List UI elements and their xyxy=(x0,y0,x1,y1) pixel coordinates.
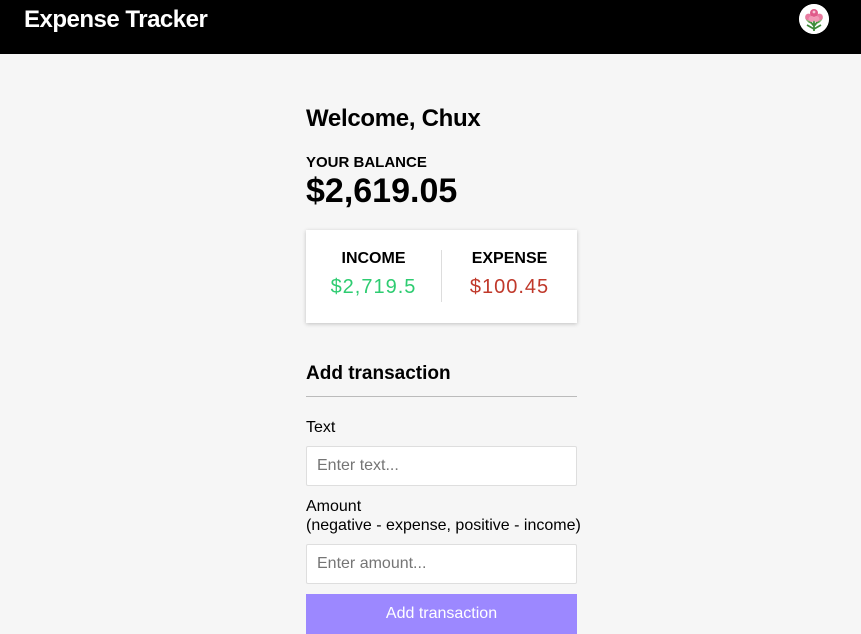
expense-amount: $100.45 xyxy=(469,276,550,298)
income-label: INCOME xyxy=(341,250,406,267)
welcome-heading: Welcome, Chux xyxy=(306,105,481,132)
text-input[interactable] xyxy=(306,446,577,486)
amount-field-label: Amount xyxy=(306,498,362,515)
amount-input[interactable] xyxy=(306,544,577,584)
income-column: INCOME $2,719.5 xyxy=(306,230,441,323)
balance-amount: $2,619.05 xyxy=(306,172,458,210)
text-field-label: Text xyxy=(306,419,336,436)
navbar: Expense Tracker xyxy=(0,0,861,54)
add-transaction-heading: Add transaction xyxy=(306,362,577,397)
expense-label: EXPENSE xyxy=(471,250,548,267)
income-expense-card: INCOME $2,719.5 EXPENSE $100.45 xyxy=(306,230,577,323)
expense-column: EXPENSE $100.45 xyxy=(442,230,577,323)
amount-hint: (negative - expense, positive - income) xyxy=(306,517,581,534)
flower-avatar-icon[interactable] xyxy=(799,4,829,34)
income-amount: $2,719.5 xyxy=(330,276,417,298)
app-title: Expense Tracker xyxy=(24,6,208,33)
add-transaction-button[interactable]: Add transaction xyxy=(306,594,577,634)
